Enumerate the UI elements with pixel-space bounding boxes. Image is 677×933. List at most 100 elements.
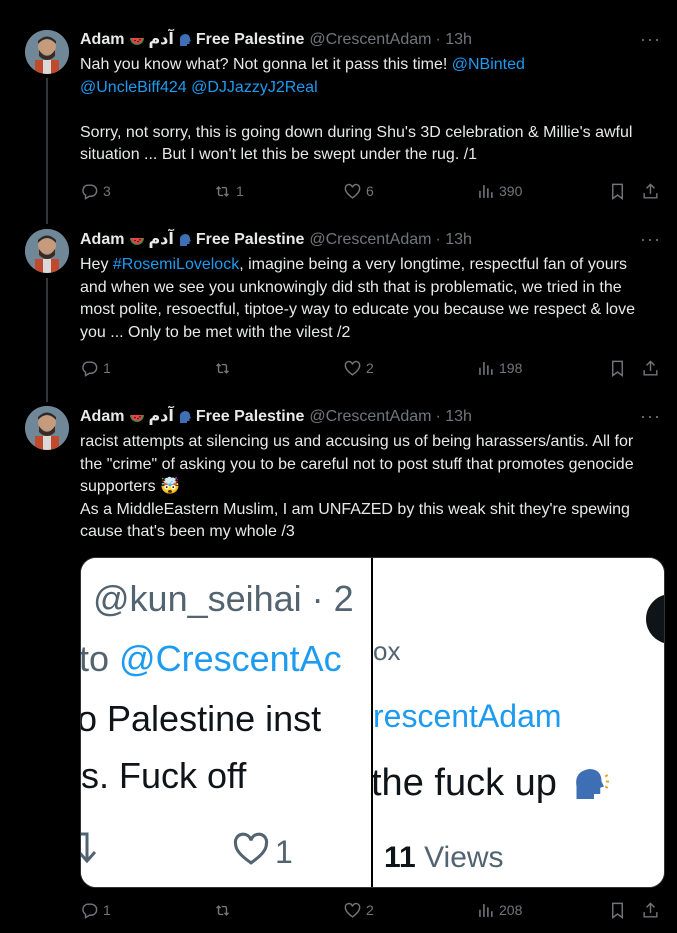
- arabic-name: آدم: [148, 231, 174, 248]
- views-icon: [479, 361, 493, 375]
- arabic-name: آدم: [148, 408, 174, 425]
- name-suffix: Free Palestine: [195, 408, 305, 425]
- timestamp[interactable]: · 13h: [435, 407, 471, 427]
- display-name[interactable]: Adam: [80, 230, 124, 250]
- timestamp[interactable]: · 13h: [435, 230, 471, 250]
- arabic-name: آدم: [148, 31, 174, 48]
- bookmark-icon: [612, 183, 623, 200]
- like-button[interactable]: 6: [343, 180, 374, 202]
- repost-icon: [216, 362, 229, 374]
- reply-button[interactable]: 1: [80, 899, 111, 921]
- repost-button[interactable]: 1: [213, 180, 244, 202]
- more-dots-icon[interactable]: ···: [640, 407, 661, 425]
- reply-count: 1: [103, 360, 111, 376]
- media-right-line3: the fuck up: [373, 762, 609, 805]
- watermelon-icon: [129, 232, 145, 248]
- action-bar: 3 1 6 390: [80, 180, 665, 202]
- heart-icon: [344, 183, 361, 199]
- like-count: 6: [366, 183, 374, 199]
- mention-link[interactable]: @NBinted: [452, 56, 525, 73]
- speaking-head-icon: [576, 768, 609, 799]
- heart-icon: [344, 902, 361, 918]
- handle[interactable]: @CrescentAdam: [309, 407, 431, 427]
- reply-button[interactable]: 1: [80, 357, 111, 379]
- media-right-line2: rescentAdam: [373, 698, 562, 734]
- reply-button[interactable]: 3: [80, 180, 111, 202]
- media-right-line1: ox: [373, 636, 401, 666]
- reply-icon: [82, 902, 98, 919]
- action-bar: 1 2 198: [80, 357, 665, 379]
- tweet-text: Hey #RosemiLovelock, imagine being a ver…: [80, 254, 655, 344]
- bookmark-button[interactable]: [608, 357, 627, 379]
- reply-icon: [82, 183, 98, 200]
- speaking-head-icon: [177, 232, 193, 248]
- like-button[interactable]: 2: [343, 357, 374, 379]
- watermelon-icon: [129, 32, 145, 48]
- share-button[interactable]: [641, 899, 660, 921]
- speaking-head-icon: [177, 32, 193, 48]
- media-left-line2-prefix: to: [81, 638, 120, 679]
- mention-link[interactable]: @DJJazzyJ2Real: [191, 79, 318, 96]
- repost-icon: [216, 185, 229, 197]
- tweet-body: Sorry, not sorry, this is going down dur…: [80, 123, 637, 164]
- heart-icon: [344, 360, 361, 376]
- mention-link[interactable]: @UncleBiff424: [80, 79, 187, 96]
- bookmark-button[interactable]: [608, 180, 627, 202]
- repost-button[interactable]: [213, 899, 236, 921]
- bookmark-button[interactable]: [608, 899, 627, 921]
- repost-icon: [216, 904, 229, 916]
- display-name[interactable]: Adam: [80, 30, 124, 50]
- media-left-line4: s. Fuck off: [81, 755, 247, 796]
- more-dots-icon[interactable]: ···: [640, 30, 661, 48]
- media-left-line3: o Palestine inst: [81, 698, 322, 739]
- views-icon: [479, 903, 493, 917]
- tweet-2[interactable]: Adam آدم Free Palestine @CrescentAdam · …: [0, 215, 677, 391]
- timestamp[interactable]: · 13h: [435, 30, 471, 50]
- views-button[interactable]: 390: [476, 180, 522, 202]
- reply-count: 1: [103, 902, 111, 918]
- avatar-image: [25, 406, 69, 450]
- share-icon: [643, 359, 658, 376]
- media-right-views-num: 11: [384, 841, 416, 874]
- repost-button[interactable]: [213, 357, 236, 379]
- share-icon: [643, 901, 658, 918]
- share-button[interactable]: [641, 357, 660, 379]
- media-left-line2-handle: @CrescentAc: [119, 638, 342, 679]
- media-left-line2: to @CrescentAc: [81, 638, 342, 680]
- avatar[interactable]: [25, 229, 69, 273]
- media-right-line3-text: the fuck up: [373, 762, 557, 804]
- bookmark-icon: [612, 360, 623, 377]
- watermelon-icon: [129, 409, 145, 425]
- handle[interactable]: @CrescentAdam: [309, 230, 431, 250]
- handle[interactable]: @CrescentAdam: [309, 30, 431, 50]
- tweet-media-image[interactable]: @kun_seihai · 2 to @CrescentAc o Palesti…: [80, 557, 665, 888]
- hashtag-link[interactable]: #RosemiLovelock: [113, 256, 239, 273]
- tweet-1[interactable]: Adam آدم Free Palestine @CrescentAdam · …: [0, 0, 677, 215]
- display-name[interactable]: Adam: [80, 407, 124, 427]
- reply-icon: [82, 360, 98, 377]
- views-button[interactable]: 208: [476, 899, 522, 921]
- action-bar: 1 2 208: [80, 899, 665, 921]
- media-left-heart-icon: [231, 832, 271, 871]
- views-count: 390: [499, 183, 523, 199]
- speaking-head-icon: [177, 409, 193, 425]
- bookmark-icon: [612, 902, 623, 919]
- like-button[interactable]: 2: [343, 899, 374, 921]
- avatar[interactable]: [25, 30, 69, 74]
- avatar-image: [25, 30, 69, 74]
- avatar[interactable]: [25, 406, 69, 450]
- views-count: 198: [499, 360, 523, 376]
- media-right-avatar-edge: [646, 594, 664, 644]
- media-left-line1: @kun_seihai · 2: [93, 578, 354, 619]
- share-button[interactable]: [641, 180, 660, 202]
- media-right-crop: ox rescentAdam the fuck up 11 Views: [373, 558, 664, 887]
- like-count: 2: [366, 360, 374, 376]
- views-button[interactable]: 198: [476, 357, 522, 379]
- tweet-text: racist attempts at silencing us and accu…: [80, 433, 634, 540]
- views-count: 208: [499, 902, 523, 918]
- tweet-text-prefix: Nah you know what? Not gonna let it pass…: [80, 56, 452, 73]
- views-icon: [479, 184, 493, 198]
- media-left-crop: @kun_seihai · 2 to @CrescentAc o Palesti…: [81, 558, 371, 887]
- repost-count: 1: [236, 183, 244, 199]
- more-dots-icon[interactable]: ···: [640, 230, 661, 248]
